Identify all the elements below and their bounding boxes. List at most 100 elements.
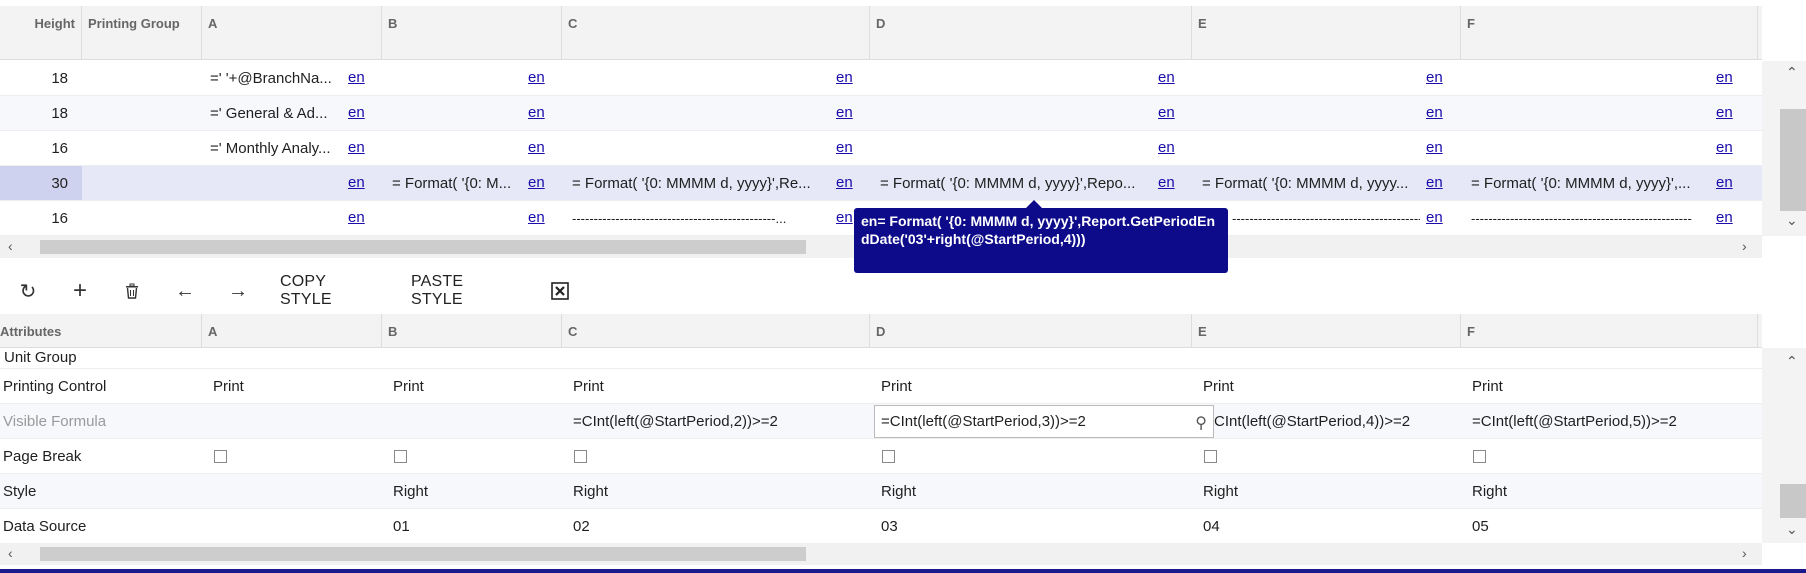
col-header-b[interactable]: B	[382, 314, 562, 347]
search-icon[interactable]: ⚲	[1195, 413, 1207, 433]
lang-link-d[interactable]: en	[1158, 69, 1175, 86]
lang-link-b[interactable]: en	[528, 209, 545, 226]
lang-link-a[interactable]: en	[348, 174, 365, 191]
cell-e[interactable]: Right	[1203, 474, 1453, 508]
cell-d[interactable]: 03	[881, 509, 1181, 543]
lang-link-f[interactable]: en	[1716, 104, 1733, 121]
col-header-f[interactable]: F	[1461, 6, 1758, 59]
cell-a[interactable]: =' Monthly Analy...	[210, 131, 344, 165]
cell-b[interactable]: = Format( '{0: M...	[392, 166, 522, 200]
cell-c[interactable]: = Format( '{0: MMMM d, yyyy}',Re...	[572, 166, 830, 200]
scroll-left-icon[interactable]: ‹	[8, 239, 13, 253]
page-break-checkbox-f[interactable]	[1473, 450, 1486, 463]
col-header-e[interactable]: E	[1192, 314, 1461, 347]
attribute-row[interactable]: Unit Group	[0, 348, 1762, 369]
col-header-a[interactable]: A	[202, 6, 382, 59]
row-height[interactable]: 16	[0, 201, 82, 235]
col-header-height[interactable]: Height	[0, 6, 82, 59]
lang-link-e[interactable]: en	[1426, 69, 1443, 86]
move-left-button[interactable]: ←	[171, 278, 199, 304]
visible-formula-value[interactable]: =CInt(left(@StartPeriod,3))>=2	[881, 413, 1086, 430]
lang-link-f[interactable]: en	[1716, 174, 1733, 191]
cell-c[interactable]: Print	[573, 369, 863, 403]
scrollbar-thumb[interactable]	[1780, 109, 1806, 211]
lang-link-e[interactable]: en	[1426, 209, 1443, 226]
lang-link-c[interactable]: en	[836, 104, 853, 121]
row-height[interactable]: 18	[0, 96, 82, 130]
row-height[interactable]: 16	[0, 131, 82, 165]
col-header-g[interactable]: G	[1758, 6, 1762, 59]
cell-f[interactable]: Print	[1472, 369, 1752, 403]
col-header-c[interactable]: C	[562, 314, 870, 347]
lang-link-c[interactable]: en	[836, 209, 853, 226]
col-header-b[interactable]: B	[382, 6, 562, 59]
col-header-d[interactable]: D	[870, 314, 1192, 347]
attribute-row[interactable]: Data Source 01 02 03 04 05	[0, 509, 1762, 544]
col-header-attributes[interactable]: Attributes	[0, 314, 202, 347]
attributes-vertical-scrollbar[interactable]: ⌃ ⌄	[1762, 348, 1806, 543]
col-header-c[interactable]: C	[562, 6, 870, 59]
cell-a[interactable]: Print	[213, 369, 373, 403]
lang-link-f[interactable]: en	[1716, 139, 1733, 156]
row-height[interactable]: 18	[0, 61, 82, 95]
add-button[interactable]: +	[66, 277, 94, 304]
lang-link-d[interactable]: en	[1158, 139, 1175, 156]
lang-link-b[interactable]: en	[528, 69, 545, 86]
export-excel-button[interactable]	[548, 278, 572, 304]
cell-e[interactable]: 04	[1203, 509, 1453, 543]
rows-vertical-scrollbar[interactable]: ⌃ ⌄	[1762, 61, 1806, 236]
scroll-left-icon[interactable]: ‹	[8, 546, 13, 560]
attribute-row[interactable]: Style Right Right Right Right Right	[0, 474, 1762, 509]
page-break-checkbox-d[interactable]	[882, 450, 895, 463]
cell-f[interactable]: = Format( '{0: MMMM d, yyyy}',...	[1471, 166, 1709, 200]
table-row[interactable]: 18 =' '+@BranchNa... en en en en en en	[0, 61, 1762, 96]
cell-b[interactable]: Right	[393, 474, 553, 508]
lang-link-d[interactable]: en	[1158, 174, 1175, 191]
cell-d[interactable]: Right	[881, 474, 1181, 508]
lang-link-e[interactable]: en	[1426, 174, 1443, 191]
table-row-selected[interactable]: 30 en = Format( '{0: M... en = Format( '…	[0, 166, 1762, 201]
lang-link-a[interactable]: en	[348, 104, 365, 121]
page-break-checkbox-b[interactable]	[394, 450, 407, 463]
lang-link-c[interactable]: en	[836, 174, 853, 191]
table-row[interactable]: 18 =' General & Ad... en en en en en en	[0, 96, 1762, 131]
lang-link-e[interactable]: en	[1426, 139, 1443, 156]
lang-link-a[interactable]: en	[348, 139, 365, 156]
scrollbar-thumb[interactable]	[40, 240, 806, 254]
col-header-d[interactable]: D	[870, 6, 1192, 59]
refresh-button[interactable]: ↻	[14, 278, 42, 304]
cell-c[interactable]: ----------------------------------------…	[572, 201, 828, 235]
scroll-down-icon[interactable]: ⌄	[1786, 522, 1798, 536]
delete-button[interactable]	[118, 278, 146, 304]
lang-link-d[interactable]: en	[1158, 104, 1175, 121]
cell-f[interactable]: 05	[1472, 509, 1752, 543]
cell-b[interactable]: 01	[393, 509, 553, 543]
lang-link-b[interactable]: en	[528, 174, 545, 191]
lang-link-e[interactable]: en	[1426, 104, 1443, 121]
cell-c[interactable]: 02	[573, 509, 863, 543]
lang-link-f[interactable]: en	[1716, 69, 1733, 86]
col-header-g[interactable]: G	[1758, 314, 1762, 347]
scrollbar-thumb[interactable]	[40, 547, 806, 561]
cell-f[interactable]: ----------------------------------------…	[1471, 201, 1707, 235]
move-right-button[interactable]: →	[224, 278, 252, 304]
attribute-row[interactable]: Page Break	[0, 439, 1762, 474]
lang-link-b[interactable]: en	[528, 139, 545, 156]
cell-e[interactable]: = Format( '{0: MMMM d, yyyy...	[1202, 166, 1420, 200]
cell-c[interactable]: =CInt(left(@StartPeriod,2))>=2	[573, 404, 863, 438]
cell-b[interactable]: Print	[393, 369, 553, 403]
cell-a[interactable]: =' General & Ad...	[210, 96, 344, 130]
scrollbar-thumb[interactable]	[1780, 484, 1806, 518]
cell-d[interactable]: = Format( '{0: MMMM d, yyyy}',Repo...	[880, 166, 1152, 200]
attribute-row[interactable]: Printing Control Print Print Print Print…	[0, 369, 1762, 404]
attributes-horizontal-scrollbar[interactable]: ‹ ›	[0, 543, 1762, 565]
cell-e[interactable]: Print	[1203, 369, 1453, 403]
col-header-e[interactable]: E	[1192, 6, 1461, 59]
copy-style-button[interactable]: COPY STYLE	[280, 273, 382, 308]
cell-f[interactable]: Right	[1472, 474, 1752, 508]
page-break-checkbox-e[interactable]	[1204, 450, 1217, 463]
paste-style-button[interactable]: PASTE STYLE	[411, 273, 519, 308]
scroll-up-icon[interactable]: ⌃	[1786, 65, 1798, 79]
cell-f[interactable]: =CInt(left(@StartPeriod,5))>=2	[1472, 404, 1752, 438]
cell-c[interactable]: Right	[573, 474, 863, 508]
